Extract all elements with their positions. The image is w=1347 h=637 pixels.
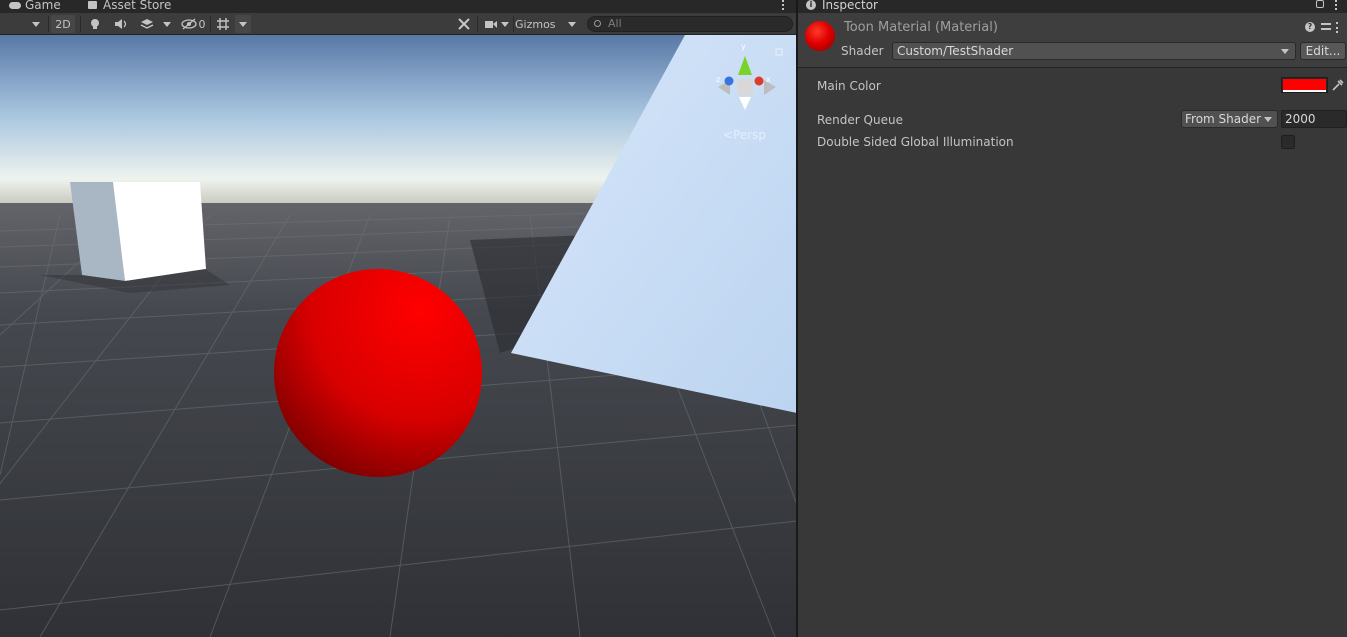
axis-y-label: y — [741, 42, 746, 51]
camera-icon — [485, 21, 497, 28]
help-icon[interactable]: ? — [1305, 22, 1315, 32]
lighting-toggle[interactable] — [84, 15, 106, 33]
scene-search-input[interactable]: All — [587, 16, 793, 32]
tab-game[interactable]: Game — [9, 0, 61, 13]
scene-toolbar: 2D 0 Gizmos All — [0, 13, 797, 35]
axis-x-label: x — [766, 75, 771, 84]
edit-shader-button[interactable]: Edit... — [1300, 42, 1346, 60]
lightbulb-icon — [91, 19, 99, 29]
shader-label: Shader — [841, 44, 884, 58]
scene-tab-strip: Game Asset Store — [0, 0, 797, 13]
material-title: Toon Material (Material) — [844, 20, 998, 35]
alpha-bar — [1283, 90, 1326, 92]
eye-crossed-icon — [180, 18, 197, 30]
component-menu-icon[interactable] — [1336, 22, 1339, 33]
tools-toggle[interactable] — [454, 15, 474, 33]
store-icon — [87, 0, 99, 10]
tab-inspector-label: Inspector — [822, 0, 878, 12]
layers-icon — [140, 19, 154, 29]
lock-icon[interactable] — [1316, 0, 1324, 8]
color-swatch — [1283, 79, 1326, 90]
gamepad-icon — [9, 1, 21, 10]
tab-game-label: Game — [25, 0, 61, 12]
inspector-panel: i Inspector Toon Material (Material) ? S… — [798, 0, 1347, 637]
material-header: Toon Material (Material) ? Shader Custom… — [798, 13, 1347, 68]
inspector-menu-icon[interactable] — [1335, 0, 1338, 10]
eyedropper-icon[interactable] — [1332, 79, 1344, 91]
chevron-down-icon — [1264, 117, 1272, 122]
presets-icon[interactable] — [1321, 22, 1331, 32]
toggle-2d-label: 2D — [55, 17, 71, 31]
grid-dropdown[interactable] — [235, 15, 251, 33]
gizmos-dropdown[interactable] — [565, 15, 579, 33]
gizmos-button[interactable]: Gizmos — [515, 15, 561, 33]
render-queue-mode: From Shader — [1185, 112, 1262, 126]
double-sided-gi-label: Double Sided Global Illumination — [817, 135, 1014, 149]
effects-toggle[interactable] — [136, 15, 158, 33]
gizmos-label: Gizmos — [515, 17, 556, 31]
render-queue-value: 2000 — [1285, 112, 1316, 126]
shader-dropdown[interactable]: Custom/TestShader — [892, 42, 1296, 60]
tools-icon — [458, 18, 470, 30]
chevron-down-icon — [1281, 49, 1289, 54]
toggle-2d-button[interactable]: 2D — [51, 15, 75, 33]
search-icon — [594, 20, 601, 27]
double-sided-gi-checkbox[interactable] — [1281, 135, 1295, 149]
effects-dropdown[interactable] — [160, 15, 174, 33]
scene-render — [0, 35, 797, 637]
grid-toggle[interactable] — [213, 15, 233, 33]
projection-toggle[interactable]: <Persp — [723, 128, 766, 142]
tab-asset-store[interactable]: Asset Store — [87, 0, 171, 13]
main-color-field[interactable] — [1281, 77, 1328, 93]
search-placeholder: All — [608, 17, 622, 30]
render-queue-input[interactable]: 2000 — [1281, 110, 1347, 128]
camera-dropdown[interactable] — [499, 15, 511, 33]
main-color-label: Main Color — [817, 79, 881, 93]
grid-icon — [217, 18, 229, 30]
hidden-objects-toggle[interactable]: 0 — [178, 15, 208, 33]
info-icon: i — [806, 0, 816, 10]
draw-mode-dropdown[interactable] — [30, 15, 42, 33]
shader-value: Custom/TestShader — [897, 44, 1014, 58]
tab-asset-store-label: Asset Store — [103, 0, 172, 12]
render-queue-label: Render Queue — [817, 113, 903, 127]
hidden-count: 0 — [198, 17, 206, 31]
scene-viewport[interactable]: y z x <Persp — [0, 35, 797, 637]
speaker-icon — [115, 19, 127, 29]
axis-z-label: z — [716, 75, 721, 84]
render-queue-dropdown[interactable]: From Shader — [1181, 110, 1278, 128]
material-preview-icon — [805, 21, 835, 51]
audio-toggle[interactable] — [110, 15, 132, 33]
panel-menu-icon[interactable] — [782, 0, 785, 10]
unity-editor: Game Asset Store 2D 0 Gizmos All y z x <… — [0, 0, 1347, 637]
tab-inspector[interactable]: i Inspector — [798, 0, 1347, 13]
